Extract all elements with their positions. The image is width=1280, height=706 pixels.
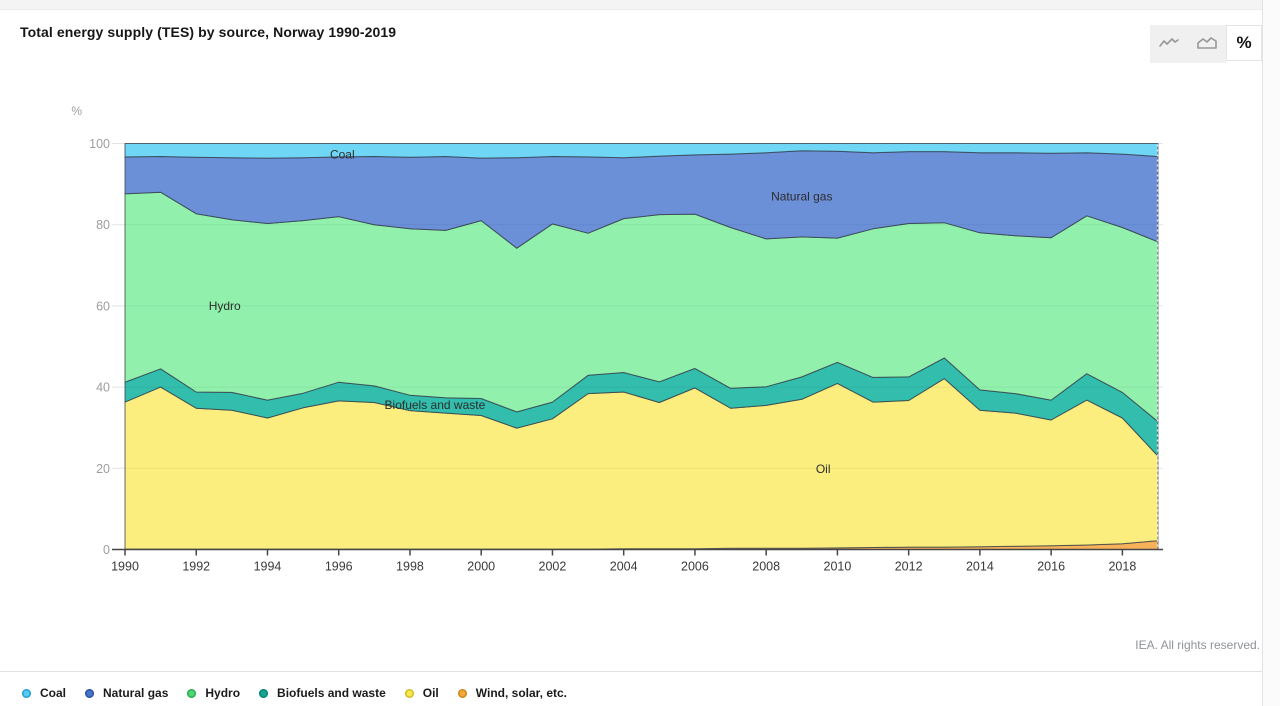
legend-item-label: Wind, solar, etc. bbox=[475, 686, 568, 700]
y-tick-label: 20 bbox=[96, 462, 110, 476]
legend-item-label: Oil bbox=[422, 686, 439, 700]
x-tick-label: 2006 bbox=[681, 560, 709, 574]
x-tick-label: 2004 bbox=[610, 560, 638, 574]
x-tick-label: 1996 bbox=[325, 560, 353, 574]
y-tick-label: 60 bbox=[96, 299, 110, 313]
legend-color-dot bbox=[85, 688, 95, 698]
legend-item-label: Hydro bbox=[205, 686, 241, 700]
legend-color-dot bbox=[404, 688, 414, 698]
x-tick-label: 2018 bbox=[1108, 560, 1136, 574]
x-tick-label: 1994 bbox=[254, 560, 282, 574]
area-label-hydro: Hydro bbox=[209, 299, 241, 313]
legend-color-dot bbox=[187, 688, 197, 698]
y-tick-label: 0 bbox=[103, 543, 110, 557]
legend-item-oil[interactable]: Oil bbox=[404, 686, 439, 700]
x-tick-label: 2016 bbox=[1037, 560, 1065, 574]
x-tick-label: 1990 bbox=[111, 560, 139, 574]
x-tick-label: 2002 bbox=[539, 560, 567, 574]
y-tick-label: 80 bbox=[96, 218, 110, 232]
x-tick-label: 2008 bbox=[752, 560, 780, 574]
scrollbar-track[interactable] bbox=[1263, 0, 1280, 706]
legend-item-biofuels-and-waste[interactable]: Biofuels and waste bbox=[259, 686, 386, 700]
legend-item-coal[interactable]: Coal bbox=[22, 686, 66, 700]
area-label-natural-gas: Natural gas bbox=[771, 189, 832, 203]
legend-color-dot bbox=[259, 688, 269, 698]
x-tick-label: 2000 bbox=[467, 560, 495, 574]
legend-divider bbox=[0, 671, 1280, 672]
copyright-text: IEA. All rights reserved. bbox=[1135, 638, 1260, 652]
x-axis: 1990 1992 1994 1996 1998 2000 2002 2004 2006 2008… bbox=[111, 548, 1163, 574]
y-tick-label: 40 bbox=[96, 381, 110, 395]
legend-item-label: Biofuels and waste bbox=[277, 686, 386, 700]
x-tick-label: 2014 bbox=[966, 560, 994, 574]
legend-item-label: Coal bbox=[40, 686, 67, 700]
y-axis-unit-label: % bbox=[71, 104, 82, 118]
y-axis-labels: 0 20 40 60 80 100% bbox=[71, 104, 110, 557]
chart-legend: Coal Natural gas Hydro Biofuels and waste Oi… bbox=[22, 682, 567, 704]
x-tick-label: 2012 bbox=[895, 560, 923, 574]
stacked-area-chart[interactable]: 1990 1992 1994 1996 1998 2000 2002 2004 2006 2008… bbox=[0, 0, 1280, 620]
area-label-biofuels-and-waste: Biofuels and waste bbox=[385, 398, 486, 412]
area-label-coal: Coal bbox=[330, 147, 355, 161]
legend-item-natural-gas[interactable]: Natural gas bbox=[85, 686, 168, 700]
x-tick-label: 1998 bbox=[396, 560, 424, 574]
legend-item-wind-solar-etc[interactable]: Wind, solar, etc. bbox=[457, 686, 568, 700]
x-tick-label: 1992 bbox=[182, 560, 210, 574]
x-tick-label: 2010 bbox=[824, 560, 852, 574]
legend-item-hydro[interactable]: Hydro bbox=[187, 686, 240, 700]
legend-color-dot bbox=[457, 688, 467, 698]
legend-item-label: Natural gas bbox=[103, 686, 169, 700]
area-bands bbox=[124, 143, 1159, 550]
y-tick-label: 100 bbox=[89, 137, 110, 151]
area-label-oil: Oil bbox=[816, 462, 831, 476]
legend-color-dot bbox=[22, 688, 31, 698]
